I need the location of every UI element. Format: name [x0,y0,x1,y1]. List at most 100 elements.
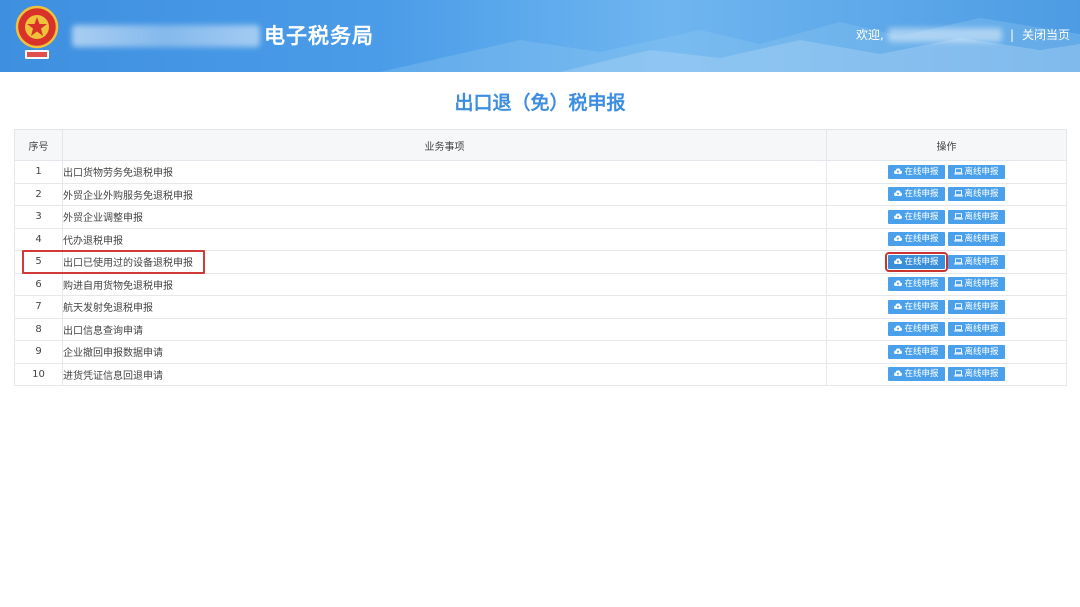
laptop-icon [953,302,963,310]
laptop-icon [953,370,963,377]
row-item: 购进自用货物免退税申报 [62,272,827,296]
row-number: 6 [14,272,63,296]
table-row: 9 企业撤回申报数据申请 在线申报 离线申报 [14,340,1067,364]
offline-declare-label: 离线申报 [964,256,999,267]
row-actions: 在线申报 离线申报 [826,362,1067,386]
offline-declare-button[interactable]: 离线申报 [947,299,1005,314]
site-title: 电子税务局 [264,24,374,48]
online-declare-label: 在线申报 [904,369,939,380]
laptop-icon [953,347,963,355]
online-declare-label: 在线申报 [904,234,939,245]
online-declare-button[interactable]: 在线申报 [888,367,945,382]
table-row: 2 外贸企业外购服务免退税申报 在线申报 离线申报 [14,182,1067,206]
laptop-icon [953,190,963,197]
row-item: 代办退税申报 [62,227,827,251]
table-row: 5 出口已使用过的设备退税申报 在线申报 离线申报 [14,250,1067,274]
row-number: 4 [14,227,63,251]
offline-declare-label: 离线申报 [964,166,999,177]
cloud-upload-icon [894,168,903,174]
offline-declare-label: 离线申报 [964,324,999,335]
offline-declare-label: 离线申报 [964,301,999,312]
online-declare-label: 在线申报 [904,189,939,200]
online-declare-button[interactable]: 在线申报 [888,299,945,314]
cloud-upload-icon [894,325,903,332]
header-separator: | [1010,28,1015,42]
row-actions: 在线申报 离线申报 [826,317,1067,341]
offline-declare-button[interactable]: 离线申报 [947,164,1005,179]
welcome-text: 欢迎, [856,28,884,42]
offline-declare-label: 离线申报 [964,211,999,222]
offline-declare-label: 离线申报 [964,189,999,200]
table-row: 4 代办退税申报 在线申报 离线申报 [14,227,1067,251]
table-header-row: 序号 业务事项 操作 [14,129,1067,161]
row-number: 7 [14,295,63,319]
row-actions: 在线申报 离线申报 [826,160,1067,184]
row-number: 10 [14,362,63,386]
offline-declare-button[interactable]: 离线申报 [947,209,1005,224]
table-row: 3 外贸企业调整申报 在线申报 离线申报 [14,205,1067,229]
row-item: 出口已使用过的设备退税申报 [62,250,827,274]
cloud-upload-icon [894,213,903,219]
online-declare-button[interactable]: 在线申报 [888,277,945,292]
row-actions: 在线申报 离线申报 [826,205,1067,229]
cloud-upload-icon [894,280,903,287]
table-row: 1 出口货物劳务免退税申报 在线申报 离线申报 [14,160,1067,184]
site-name-redacted [72,25,260,47]
online-declare-label: 在线申报 [904,166,939,177]
row-actions: 在线申报 离线申报 [826,227,1067,251]
declaration-table: 序号 业务事项 操作 1 出口货物劳务免退税申报 在线申报 离线申报 2 外贸企业外购服务… [14,129,1067,386]
online-declare-button[interactable]: 在线申报 [885,251,948,272]
row-item: 外贸企业调整申报 [62,205,827,229]
laptop-icon [953,212,963,220]
online-declare-label: 在线申报 [904,211,939,222]
laptop-icon [953,280,963,287]
row-actions: 在线申报 离线申报 [826,340,1067,364]
online-declare-button[interactable]: 在线申报 [888,187,945,202]
cloud-upload-icon [894,303,903,309]
row-item: 航天发射免退税申报 [62,295,827,319]
row-number: 9 [14,340,63,364]
header-item: 业务事项 [62,129,827,161]
cloud-upload-icon [894,370,903,377]
online-declare-button[interactable]: 在线申报 [888,209,945,224]
offline-declare-button[interactable]: 离线申报 [947,254,1005,269]
row-item: 外贸企业外购服务免退税申报 [62,182,827,206]
online-declare-button[interactable]: 在线申报 [888,164,945,179]
online-declare-button[interactable]: 在线申报 [888,344,945,359]
online-declare-button[interactable]: 在线申报 [888,232,945,247]
row-number: 1 [14,160,63,184]
row-item: 出口信息查询申请 [62,317,827,341]
cloud-upload-icon [894,235,903,242]
offline-declare-label: 离线申报 [964,346,999,357]
row-number: 3 [14,205,63,229]
laptop-icon [953,325,963,332]
header-no: 序号 [14,129,63,161]
offline-declare-button[interactable]: 离线申报 [947,367,1005,382]
row-number: 8 [14,317,63,341]
offline-declare-button[interactable]: 离线申报 [947,322,1005,337]
online-declare-button[interactable]: 在线申报 [888,322,945,337]
laptop-icon [953,235,963,242]
row-actions: 在线申报 离线申报 [826,182,1067,206]
cloud-upload-icon [894,258,903,264]
online-declare-label: 在线申报 [904,279,939,290]
online-declare-label: 在线申报 [904,346,939,357]
row-actions: 在线申报 离线申报 [826,295,1067,319]
table-row: 6 购进自用货物免退税申报 在线申报 离线申报 [14,272,1067,296]
offline-declare-button[interactable]: 离线申报 [947,344,1005,359]
table-row: 10 进货凭证信息回退申请 在线申报 离线申报 [14,362,1067,386]
row-number: 5 [14,250,63,274]
laptop-icon [953,257,963,265]
row-actions: 在线申报 离线申报 [826,272,1067,296]
offline-declare-button[interactable]: 离线申报 [947,277,1005,292]
offline-declare-label: 离线申报 [964,234,999,245]
offline-declare-button[interactable]: 离线申报 [947,232,1005,247]
cloud-upload-icon [894,348,903,354]
offline-declare-label: 离线申报 [964,279,999,290]
offline-declare-button[interactable]: 离线申报 [947,187,1005,202]
cloud-upload-icon [894,190,903,197]
row-actions: 在线申报 离线申报 [826,250,1067,274]
close-page-link[interactable]: 关闭当页 [1022,27,1070,43]
row-item: 进货凭证信息回退申请 [62,362,827,386]
table-row: 8 出口信息查询申请 在线申报 离线申报 [14,317,1067,341]
